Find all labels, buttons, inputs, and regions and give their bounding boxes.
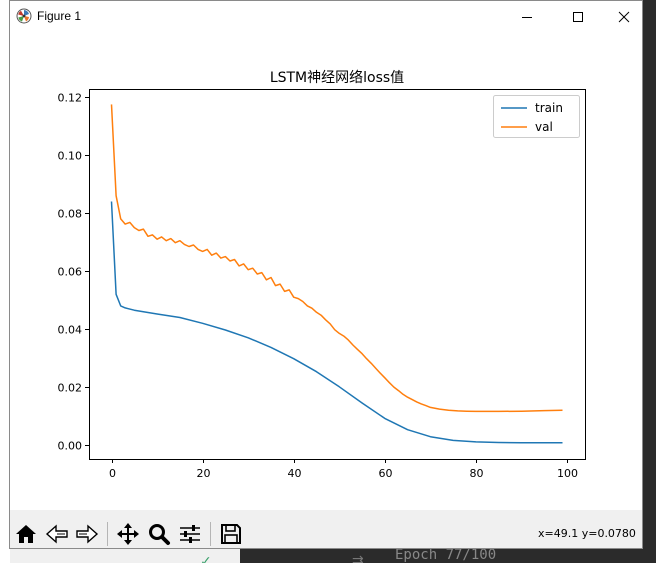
home-icon	[16, 525, 36, 543]
y-tick-label: 0.02	[58, 382, 83, 395]
x-axis-ticks: 0 20 40 60 80 100	[109, 459, 578, 480]
close-icon	[618, 11, 630, 22]
x-tick-label: 100	[557, 467, 578, 480]
pan-move-icon	[117, 523, 139, 545]
series-line-train	[110, 201, 563, 444]
home-button[interactable]	[11, 520, 41, 548]
series-lines	[110, 104, 563, 444]
forward-button[interactable]	[72, 520, 102, 548]
background-console-text: Epoch 77/100	[395, 547, 497, 563]
matplotlib-logo-icon	[16, 8, 32, 24]
x-tick-label: 40	[288, 467, 302, 480]
y-tick-label: 0.00	[58, 440, 83, 453]
y-tick-label: 0.08	[58, 208, 83, 221]
title-bar[interactable]: Figure 1	[10, 1, 642, 32]
back-arrow-icon	[45, 524, 68, 544]
background-check-icon: ✓	[200, 554, 212, 563]
legend-label-train: train	[535, 101, 563, 115]
background-run-icon: ⇉	[352, 553, 364, 563]
back-button[interactable]	[42, 520, 72, 548]
legend-label-val: val	[535, 120, 553, 134]
y-tick-label: 0.12	[58, 92, 83, 105]
save-button[interactable]	[216, 520, 246, 548]
figure-window: Figure 1 LSTM神经网络loss值 0 20 40 60 80 100 0.00…	[9, 0, 643, 549]
subplots-button[interactable]	[175, 520, 205, 548]
window-title: Figure 1	[37, 9, 82, 23]
y-tick-label: 0.10	[58, 150, 83, 163]
minimize-button[interactable]	[504, 1, 550, 32]
subplots-config-icon	[180, 525, 200, 543]
loss-line-chart: LSTM神经网络loss值 0 20 40 60 80 100 0.000.020.040…	[58, 70, 586, 480]
toolbar-separator	[107, 522, 108, 546]
figure-canvas[interactable]: LSTM神经网络loss值 0 20 40 60 80 100 0.00 0.02 0.04 0…	[10, 32, 642, 510]
x-tick-label: 60	[379, 467, 393, 480]
pan-button[interactable]	[113, 520, 143, 548]
close-button[interactable]	[601, 1, 647, 32]
x-tick-label: 0	[109, 467, 116, 480]
maximize-button[interactable]	[555, 1, 601, 32]
y-tick-label: 0.04	[58, 324, 83, 337]
navigation-toolbar: x=49.1 y=0.0780	[10, 510, 642, 548]
maximize-icon	[573, 11, 583, 22]
cursor-coordinates: x=49.1 y=0.0780	[538, 527, 636, 540]
legend: train val	[493, 95, 580, 138]
toolbar-separator	[210, 522, 211, 546]
x-tick-label: 80	[470, 467, 484, 480]
forward-arrow-icon	[76, 524, 99, 544]
x-tick-label: 20	[197, 467, 211, 480]
zoom-magnifier-icon	[149, 524, 170, 545]
minimize-icon	[522, 16, 532, 18]
y-tick-label: 0.06	[58, 266, 83, 279]
background-right-panel	[643, 0, 656, 563]
y-axis-ticks: 0.00 0.02 0.04 0.06 0.08 0.10 0.12	[58, 92, 89, 453]
series-line-val	[110, 104, 563, 413]
save-floppy-icon	[221, 524, 241, 544]
axes-frame	[89, 89, 586, 460]
chart-title: LSTM神经网络loss值	[270, 70, 404, 86]
zoom-button[interactable]	[144, 520, 174, 548]
